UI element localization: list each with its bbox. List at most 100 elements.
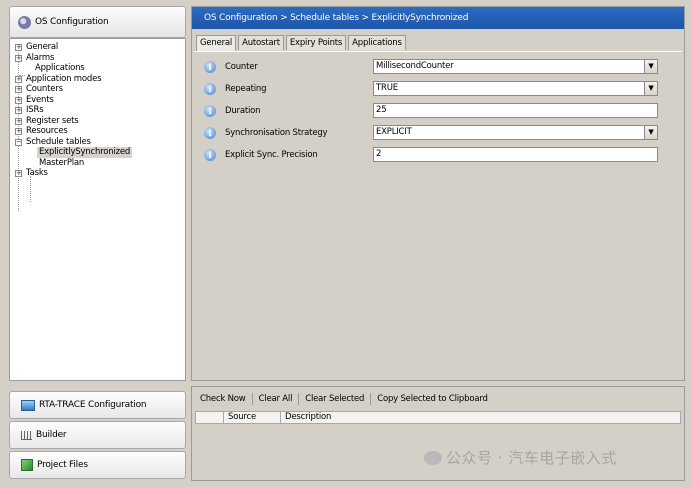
field-label: Synchronisation Strategy — [225, 128, 328, 138]
repeating-row: i Repeating TRUE ▼ — [204, 81, 674, 97]
field-label: Explicit Sync. Precision — [225, 150, 318, 160]
duration-row: i Duration 25 — [204, 103, 674, 119]
dropdown-arrow-icon[interactable]: ▼ — [644, 60, 657, 73]
breadcrumb: OS Configuration > Schedule tables > Exp… — [192, 7, 684, 29]
builder-icon — [21, 430, 32, 440]
project-files-button[interactable]: Project Files — [9, 451, 186, 479]
tree-item-label: Counters — [26, 84, 63, 94]
column-header-flag[interactable] — [196, 412, 224, 423]
schedule-table-editor: OS Configuration > Schedule tables > Exp… — [191, 6, 685, 381]
wechat-icon — [424, 450, 442, 465]
info-icon[interactable]: i — [204, 61, 216, 73]
general-form: i Counter MillisecondCounter ▼ i Repeati… — [194, 51, 682, 379]
rta-trace-configuration-button[interactable]: RTA-TRACE Configuration — [9, 391, 186, 419]
column-header-description[interactable]: Description — [281, 412, 401, 423]
expand-icon[interactable]: + — [15, 75, 22, 83]
dropdown-arrow-icon[interactable]: ▼ — [644, 82, 657, 95]
expand-icon[interactable]: + — [15, 44, 22, 51]
tree-item-label: Resources — [26, 126, 68, 136]
check-toolbar: Check Now Clear All Clear Selected Copy … — [196, 393, 492, 405]
info-icon[interactable]: i — [204, 83, 216, 95]
tab-applications[interactable]: Applications — [348, 35, 406, 50]
tab-expiry-points[interactable]: Expiry Points — [285, 35, 347, 50]
tree-item-label: Events — [26, 94, 54, 105]
info-icon[interactable]: i — [204, 105, 216, 117]
tab-bar: General Autostart Expiry Points Applicat… — [196, 35, 408, 51]
expand-icon[interactable]: + — [15, 117, 22, 125]
info-icon[interactable]: i — [204, 149, 216, 161]
counter-row: i Counter MillisecondCounter ▼ — [204, 59, 674, 75]
tree-item-counters[interactable]: + Counters — [10, 84, 185, 95]
expand-icon[interactable]: + — [15, 170, 22, 177]
field-value: EXPLICIT — [376, 127, 412, 137]
synchronisation-strategy-row: i Synchronisation Strategy EXPLICIT ▼ — [204, 125, 674, 141]
watermark-text: 公众号 · 汽车电子嵌入式 — [446, 449, 617, 467]
tree-guide-line — [30, 176, 31, 202]
tree-item-schedule-tables[interactable]: − Schedule tables — [10, 137, 185, 148]
toolbar-separator — [298, 393, 300, 405]
tree-item-label: Application modes — [26, 73, 102, 84]
gear-icon — [18, 15, 31, 29]
field-value: 2 — [376, 149, 382, 159]
tree-item-label: Schedule tables — [26, 136, 91, 147]
tree-item-label: ExplicitlySynchronized — [37, 147, 133, 158]
os-configuration-title: OS Configuration — [35, 17, 109, 27]
expand-icon[interactable]: + — [15, 54, 22, 62]
tree-item-label: General — [26, 42, 59, 52]
tab-autostart[interactable]: Autostart — [238, 35, 284, 50]
watermark: 公众号 · 汽车电子嵌入式 — [424, 447, 617, 468]
tree-item-label: Tasks — [26, 168, 48, 178]
tree-item-applications[interactable]: Applications — [10, 63, 185, 74]
tree-item-resources[interactable]: + Resources — [10, 126, 185, 137]
tree-item-isrs[interactable]: + ISRs — [10, 105, 185, 116]
tree-item-general[interactable]: + General — [10, 42, 185, 53]
field-label: Counter — [225, 62, 258, 72]
repeating-select[interactable]: TRUE ▼ — [373, 81, 658, 96]
column-header-source[interactable]: Source — [224, 412, 281, 423]
builder-button[interactable]: Builder — [9, 421, 186, 449]
field-value: 25 — [376, 105, 387, 115]
field-value: TRUE — [376, 83, 398, 93]
tree-item-tasks[interactable]: + Tasks — [10, 168, 185, 179]
tab-general[interactable]: General — [196, 35, 237, 51]
tree-item-explicitlysynchronized[interactable]: ExplicitlySynchronized — [10, 147, 185, 158]
tree-item-label: Alarms — [26, 52, 55, 63]
field-label: Duration — [225, 106, 261, 116]
project-files-icon — [21, 459, 33, 471]
rta-trace-label: RTA-TRACE Configuration — [39, 400, 147, 410]
tree-item-label: MasterPlan — [39, 157, 85, 168]
counter-select[interactable]: MillisecondCounter ▼ — [373, 59, 658, 74]
duration-input[interactable]: 25 — [373, 103, 658, 118]
expand-icon[interactable]: + — [15, 128, 22, 135]
clear-all-button[interactable]: Clear All — [255, 394, 297, 404]
expand-icon[interactable]: + — [15, 96, 22, 104]
tree-item-label: Register sets — [26, 115, 79, 126]
tree-item-register-sets[interactable]: + Register sets — [10, 116, 185, 127]
toolbar-separator — [370, 393, 372, 405]
check-now-button[interactable]: Check Now — [196, 394, 250, 404]
tree-item-application-modes[interactable]: + Application modes — [10, 74, 185, 85]
tree-item-events[interactable]: + Events — [10, 95, 185, 106]
dropdown-arrow-icon[interactable]: ▼ — [644, 126, 657, 139]
project-files-label: Project Files — [37, 460, 88, 470]
configuration-tree[interactable]: + General + Alarms Applications + Applicati… — [9, 38, 186, 381]
explicit-sync-precision-input[interactable]: 2 — [373, 147, 658, 162]
info-icon[interactable]: i — [204, 127, 216, 139]
tree-item-label: Applications — [35, 63, 85, 73]
tree-item-masterplan[interactable]: MasterPlan — [10, 158, 185, 169]
synchronisation-strategy-select[interactable]: EXPLICIT ▼ — [373, 125, 658, 140]
toolbar-separator — [251, 393, 253, 405]
os-configuration-header[interactable]: OS Configuration — [9, 6, 186, 38]
clear-selected-button[interactable]: Clear Selected — [301, 394, 368, 404]
copy-selected-button[interactable]: Copy Selected to Clipboard — [373, 394, 491, 404]
field-value: MillisecondCounter — [376, 61, 454, 71]
expand-icon[interactable]: + — [15, 107, 22, 114]
expand-icon[interactable]: + — [15, 86, 22, 93]
collapse-icon[interactable]: − — [15, 138, 22, 146]
tree-item-alarms[interactable]: + Alarms — [10, 53, 185, 64]
explicit-sync-precision-row: i Explicit Sync. Precision 2 — [204, 147, 674, 163]
trace-icon — [21, 399, 35, 411]
results-header: Source Description — [195, 411, 681, 424]
field-label: Repeating — [225, 84, 267, 94]
builder-label: Builder — [36, 430, 67, 440]
